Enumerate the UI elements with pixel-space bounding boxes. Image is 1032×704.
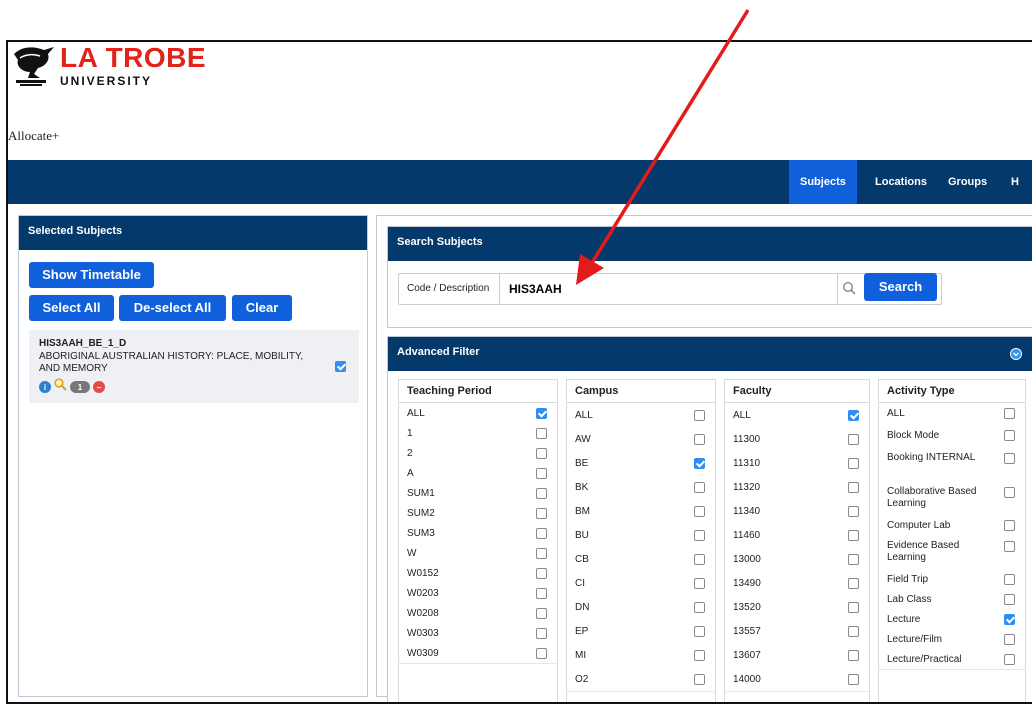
annotation-arrow <box>576 9 750 285</box>
